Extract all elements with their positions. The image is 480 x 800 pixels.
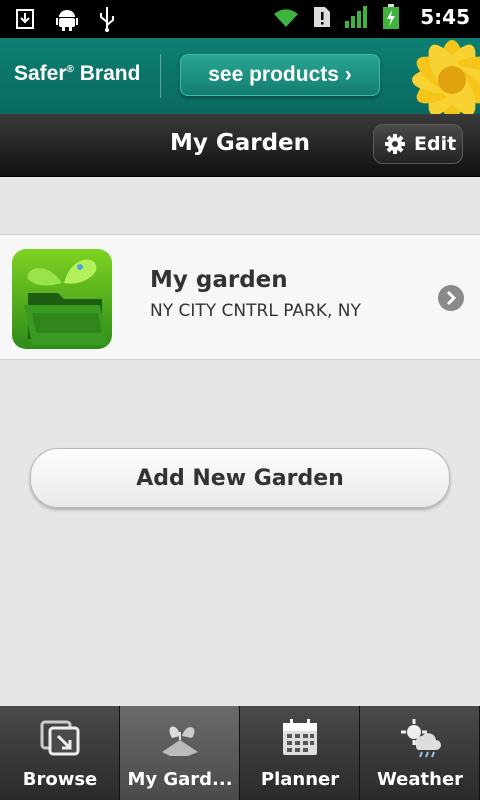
garden-list-item[interactable]: My garden NY CITY CNTRL PARK, NY — [0, 234, 480, 360]
edit-label: Edit — [414, 133, 457, 155]
tab-label: Weather — [376, 769, 464, 790]
android-icon — [56, 10, 78, 31]
usb-icon — [100, 7, 114, 32]
edit-button[interactable]: Edit — [373, 124, 463, 164]
status-bar: 5:45 — [0, 0, 480, 38]
chevron-right-icon: › — [344, 63, 352, 86]
my-garden-icon — [162, 726, 198, 756]
tab-browse[interactable]: Browse — [0, 706, 120, 800]
download-icon — [16, 9, 34, 29]
tab-label: Browse — [22, 769, 98, 790]
clock: 5:45 — [420, 5, 470, 29]
signal-icon — [345, 6, 368, 28]
ad-banner[interactable]: Safer® Brand see products › — [0, 38, 480, 114]
weather-icon — [401, 719, 441, 758]
tab-weather[interactable]: Weather — [360, 706, 480, 800]
garden-location: NY CITY CNTRL PARK, NY — [150, 301, 361, 321]
banner-divider — [160, 54, 161, 98]
gear-icon — [385, 134, 405, 154]
chevron-right-icon[interactable] — [437, 284, 465, 312]
battery-charging-icon — [383, 4, 400, 29]
calendar-icon — [283, 719, 317, 755]
garden-folder-icon — [12, 249, 112, 349]
tab-label: My Gard... — [127, 769, 233, 790]
tab-planner[interactable]: Planner — [240, 706, 360, 800]
add-new-garden-button[interactable]: Add New Garden — [30, 448, 450, 508]
garden-name: My garden — [150, 267, 288, 293]
sim-alert-icon — [314, 7, 331, 27]
bottom-tab-bar: Browse My Gard... Planner Weather — [0, 706, 480, 800]
title-bar: My Garden Edit — [0, 114, 480, 177]
browse-icon — [40, 720, 80, 756]
flower-image — [412, 40, 480, 114]
brand-logo: Safer® Brand — [14, 62, 141, 85]
tab-label: Planner — [260, 769, 340, 790]
tab-my-garden[interactable]: My Gard... — [120, 706, 240, 800]
wifi-icon — [274, 9, 299, 27]
see-products-button[interactable]: see products › — [180, 54, 380, 96]
